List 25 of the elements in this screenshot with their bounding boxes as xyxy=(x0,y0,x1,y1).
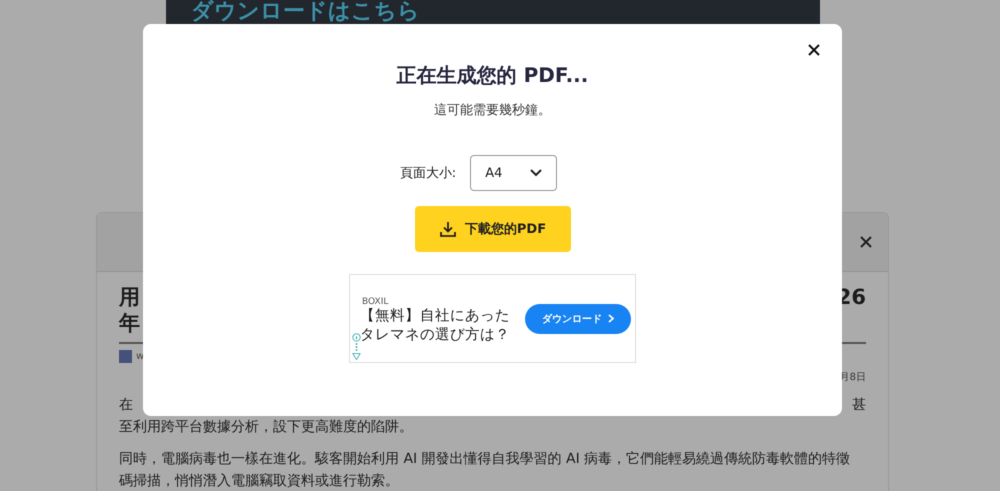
paragraph-text: 碼掃描，悄悄潛入電腦竊取資料或進行勒索。 xyxy=(119,472,399,491)
download-button[interactable]: 下載您的PDF xyxy=(414,206,570,252)
article-title: 用 xyxy=(119,284,140,310)
article-title: 年 xyxy=(119,310,140,336)
paragraph-text: 至利用跨平台數據分析，設下更高難度的陷阱。 xyxy=(119,418,413,437)
close-icon[interactable] xyxy=(860,236,872,248)
paragraph-text: 在 xyxy=(119,396,133,415)
ad-sponsor: BOXIL xyxy=(362,296,390,306)
ad-headline: 【無料】自社にあった xyxy=(360,306,511,326)
chevron-down-icon xyxy=(530,169,542,177)
dialog-title: 正在生成您的 PDF... xyxy=(396,62,588,89)
ad-headline: タレマネの選び方は？ xyxy=(360,326,511,344)
banner-heading: ダウンロードはこちら xyxy=(191,0,420,24)
page-size-label: 頁面大小: xyxy=(400,165,456,182)
ad-choices-icon[interactable] xyxy=(352,333,361,361)
download-icon xyxy=(438,220,457,238)
close-button[interactable] xyxy=(806,42,822,58)
advertisement[interactable]: BOXIL 【無料】自社にあった タレマネの選び方は？ ダウンロード xyxy=(349,274,636,363)
ad-download-button[interactable]: ダウンロード xyxy=(525,304,631,334)
author-avatar xyxy=(119,350,132,363)
chevron-right-icon xyxy=(608,314,614,323)
page-size-select[interactable]: A4 xyxy=(470,155,558,191)
dialog-subtitle: 這可能需要幾秒鐘。 xyxy=(434,102,551,119)
paragraph-text: 同時，電腦病毒也一樣在進化。駭客開始利用 AI 開發出懂得自我學習的 AI 病毒，它們能輕易繞過傳統防毒軟體的特徵 xyxy=(119,450,850,469)
paragraph-text: 甚 xyxy=(852,396,866,415)
